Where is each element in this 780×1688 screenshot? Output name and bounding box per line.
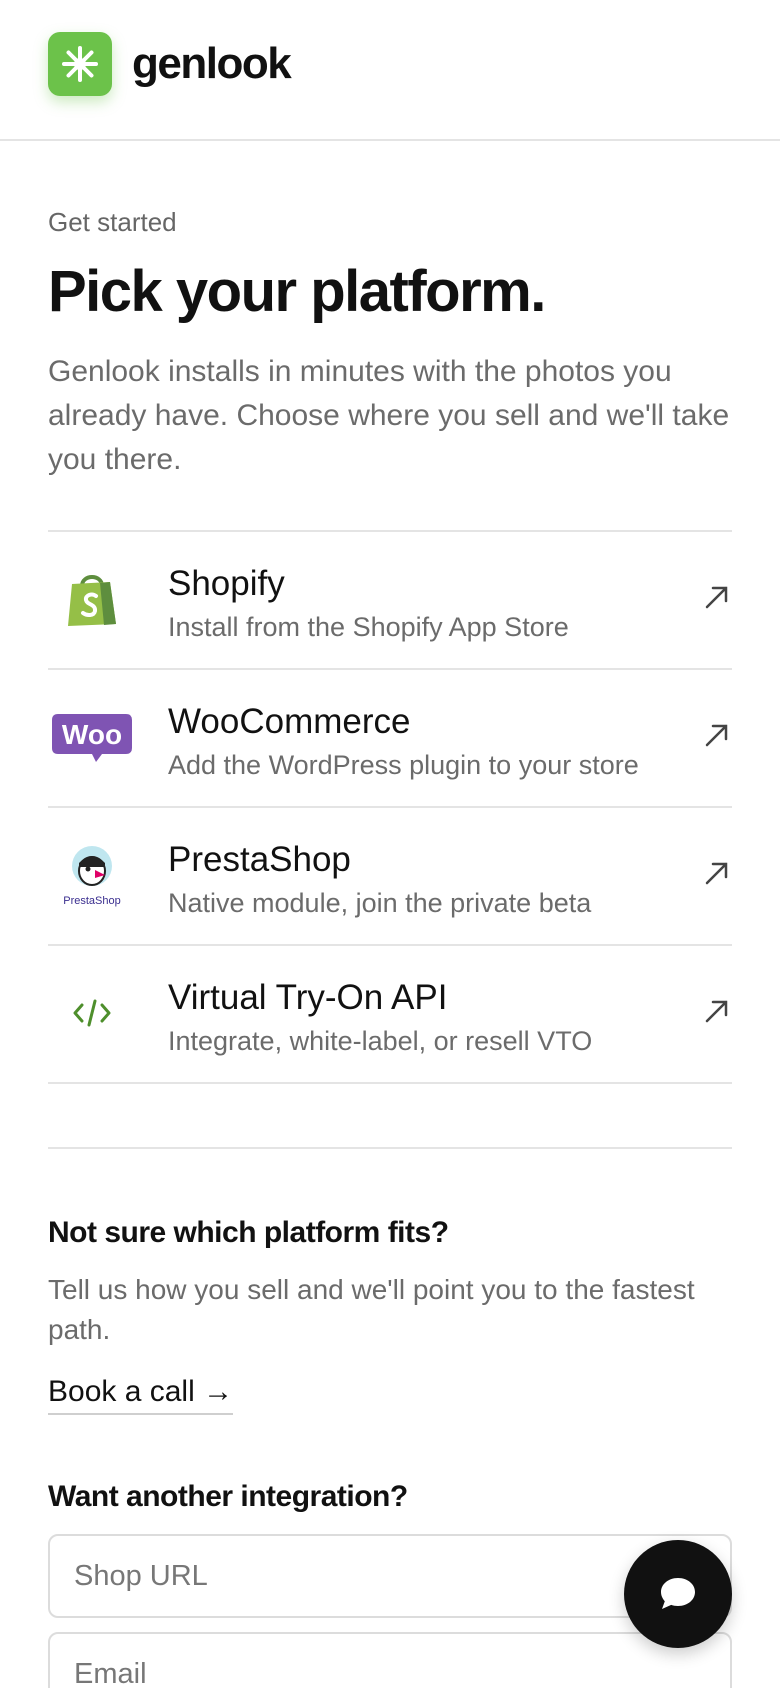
brand-name[interactable]: genlook: [132, 38, 292, 90]
platform-row-prestashop[interactable]: PrestaShop PrestaShop Native module, joi…: [48, 808, 732, 946]
book-call-link[interactable]: Book a call →: [48, 1373, 234, 1415]
arrow-up-right-icon: [705, 1000, 728, 1023]
section-divider: [48, 1147, 732, 1149]
platform-description: Integrate, white-label, or resell VTO: [168, 1026, 593, 1056]
help-title: Not sure which platform fits?: [48, 1216, 449, 1249]
arrow-up-right-icon: [705, 724, 728, 747]
platform-name: Shopify: [168, 564, 285, 603]
arrow-up-right-icon: [705, 586, 728, 609]
page-title: Pick your platform.: [48, 259, 546, 324]
eyebrow: Get started: [48, 207, 177, 237]
sparkle-icon: [62, 46, 98, 82]
prestashop-puffin-icon: PrestaShop: [48, 830, 136, 920]
platform-description: Native module, join the private beta: [168, 888, 592, 918]
svg-text:Woo: Woo: [62, 719, 122, 750]
woo-logo-icon: Woo: [48, 692, 136, 782]
email-input[interactable]: [48, 1632, 732, 1688]
chat-button[interactable]: [624, 1540, 732, 1648]
prestashop-logo-text: PrestaShop: [63, 895, 120, 907]
shopify-bag-icon: [48, 554, 136, 644]
platform-name: Virtual Try-On API: [168, 978, 448, 1017]
platform-row-woocommerce[interactable]: Woo WooCommerce Add the WordPress plugin…: [48, 670, 732, 808]
request-title: Want another integration?: [48, 1480, 408, 1513]
platform-row-vto-api[interactable]: Virtual Try-On API Integrate, white-labe…: [48, 946, 732, 1084]
chat-bubble-icon: [661, 1578, 695, 1609]
page-lead: Genlook installs in minutes with the pho…: [48, 355, 730, 476]
platform-name: PrestaShop: [168, 840, 351, 879]
arrow-up-right-icon: [705, 862, 728, 885]
platform-description: Add the WordPress plugin to your store: [168, 750, 639, 780]
code-brackets-icon: [48, 968, 136, 1058]
platform-list: Shopify Install from the Shopify App Sto…: [48, 530, 732, 1084]
site-header: genlook: [0, 0, 780, 141]
platform-description: Install from the Shopify App Store: [168, 612, 569, 642]
logo-icon[interactable]: [48, 32, 112, 96]
platform-name: WooCommerce: [168, 702, 411, 741]
help-text: Tell us how you sell and we'll point you…: [48, 1274, 695, 1345]
platform-row-shopify[interactable]: Shopify Install from the Shopify App Sto…: [48, 532, 732, 670]
